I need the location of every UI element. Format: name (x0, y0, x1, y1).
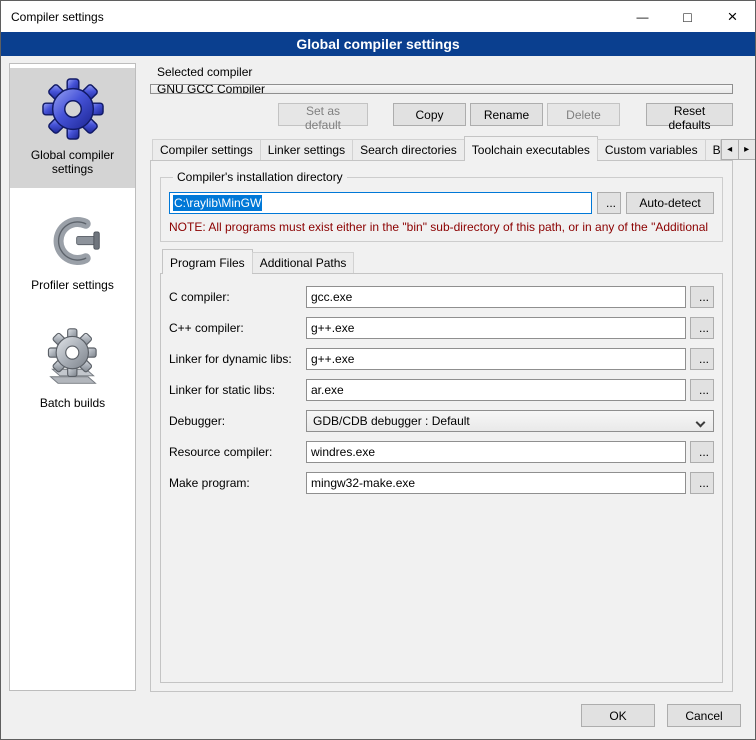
field-label: Linker for dynamic libs: (169, 352, 306, 366)
installation-directory-legend: Compiler's installation directory (173, 170, 347, 184)
maximize-icon: □ (683, 9, 691, 25)
dialog-footer: OK Cancel (1, 692, 755, 739)
banner-title: Global compiler settings (1, 32, 755, 56)
field-label: C++ compiler: (169, 321, 306, 335)
chevron-down-icon (715, 92, 725, 94)
browse-resource-compiler-button[interactable]: ... (690, 441, 714, 463)
debugger-select[interactable]: GDB/CDB debugger : Default (306, 410, 714, 432)
browse-directory-button[interactable]: ... (597, 192, 621, 214)
field-row-cpp-compiler: C++ compiler: ... (169, 317, 714, 339)
browse-static-linker-button[interactable]: ... (690, 379, 714, 401)
main-area: Global compiler settings Profiler settin… (1, 56, 755, 692)
field-row-c-compiler: C compiler: ... (169, 286, 714, 308)
tab-custom-variables[interactable]: Custom variables (597, 139, 706, 160)
auto-detect-button[interactable]: Auto-detect (626, 192, 714, 214)
make-program-input[interactable] (306, 472, 686, 494)
field-row-debugger: Debugger: GDB/CDB debugger : Default (169, 410, 714, 432)
reset-defaults-button[interactable]: Reset defaults (646, 103, 733, 126)
field-label: C compiler: (169, 290, 306, 304)
tab-scroll-buttons: ◂ ▸ (721, 139, 756, 160)
browse-make-program-button[interactable]: ... (690, 472, 714, 494)
gear-blue-icon (42, 78, 104, 140)
field-label: Resource compiler: (169, 445, 306, 459)
rename-button[interactable]: Rename (470, 103, 543, 126)
ok-button[interactable]: OK (581, 704, 655, 727)
field-label: Debugger: (169, 414, 306, 428)
scroll-right-icon: ▸ (744, 144, 749, 155)
tab-scroll-left-button[interactable]: ◂ (721, 139, 739, 160)
toolchain-executables-page: Compiler's installation directory C:\ray… (150, 160, 733, 692)
installation-directory-group: Compiler's installation directory C:\ray… (160, 170, 723, 242)
browse-cpp-compiler-button[interactable]: ... (690, 317, 714, 339)
window-title: Compiler settings (1, 10, 104, 24)
compiler-buttons-row: Set as default Copy Rename Delete Reset … (150, 103, 733, 126)
field-label: Linker for static libs: (169, 383, 306, 397)
tab-search-directories[interactable]: Search directories (352, 139, 465, 160)
tab-build-options-truncated[interactable]: Buil (705, 139, 721, 160)
compiler-settings-dialog: Compiler settings — □ × Global compiler … (0, 0, 756, 740)
scroll-left-icon: ◂ (727, 144, 732, 155)
minimize-button[interactable]: — (620, 1, 665, 32)
tab-scroll-right-button[interactable]: ▸ (738, 139, 756, 160)
cpp-compiler-input[interactable] (306, 317, 686, 339)
c-compiler-input[interactable] (306, 286, 686, 308)
batch-builds-icon (43, 328, 103, 388)
close-icon: × (728, 7, 738, 27)
copy-button[interactable]: Copy (393, 103, 466, 126)
sidebar-item-batch-builds[interactable]: Batch builds (10, 318, 135, 422)
tab-linker-settings[interactable]: Linker settings (260, 139, 353, 160)
program-files-page: C compiler: ... C++ compiler: ... Linker… (160, 273, 723, 683)
dynamic-linker-input[interactable] (306, 348, 686, 370)
browse-dynamic-linker-button[interactable]: ... (690, 348, 714, 370)
static-linker-input[interactable] (306, 379, 686, 401)
maximize-button[interactable]: □ (665, 1, 710, 32)
sidebar-item-global-compiler-settings[interactable]: Global compiler settings (10, 68, 135, 188)
browse-c-compiler-button[interactable]: ... (690, 286, 714, 308)
sidebar-item-label: Batch builds (40, 396, 105, 410)
compiler-select[interactable]: GNU GCC Compiler (150, 84, 733, 94)
set-as-default-button[interactable]: Set as default (278, 103, 368, 126)
field-row-resource-compiler: Resource compiler: ... (169, 441, 714, 463)
sidebar-item-label: Global compiler settings (13, 148, 132, 176)
installation-directory-row: C:\raylib\MinGW ... Auto-detect (169, 192, 714, 214)
installation-directory-input[interactable]: C:\raylib\MinGW (169, 192, 592, 214)
program-tabs: Program Files Additional Paths (160, 249, 723, 273)
close-button[interactable]: × (710, 1, 755, 32)
field-row-static-linker: Linker for static libs: ... (169, 379, 714, 401)
cancel-button[interactable]: Cancel (667, 704, 741, 727)
field-label: Make program: (169, 476, 306, 490)
minimize-icon: — (637, 10, 649, 24)
titlebar: Compiler settings — □ × (1, 1, 755, 32)
tab-compiler-settings[interactable]: Compiler settings (152, 139, 261, 160)
window-controls: — □ × (620, 1, 755, 32)
field-row-dynamic-linker: Linker for dynamic libs: ... (169, 348, 714, 370)
resource-compiler-input[interactable] (306, 441, 686, 463)
sidebar-item-profiler-settings[interactable]: Profiler settings (10, 202, 135, 304)
note-text: NOTE: All programs must exist either in … (169, 220, 714, 234)
field-row-make-program: Make program: ... (169, 472, 714, 494)
chevron-down-icon (696, 418, 706, 428)
settings-category-list: Global compiler settings Profiler settin… (9, 63, 136, 691)
profiler-tool-icon (44, 212, 102, 270)
compiler-tabs: Compiler settings Linker settings Search… (150, 136, 733, 160)
tab-additional-paths[interactable]: Additional Paths (252, 252, 355, 273)
tab-program-files[interactable]: Program Files (162, 249, 253, 274)
tab-toolchain-executables[interactable]: Toolchain executables (464, 136, 598, 161)
selected-path-text: C:\raylib\MinGW (173, 195, 262, 211)
compiler-select-value: GNU GCC Compiler (157, 84, 265, 94)
delete-button[interactable]: Delete (547, 103, 620, 126)
sidebar-item-label: Profiler settings (31, 278, 114, 292)
debugger-select-value: GDB/CDB debugger : Default (313, 414, 470, 428)
selected-compiler-label: Selected compiler (157, 65, 733, 79)
settings-content: Selected compiler GNU GCC Compiler Set a… (150, 63, 745, 692)
